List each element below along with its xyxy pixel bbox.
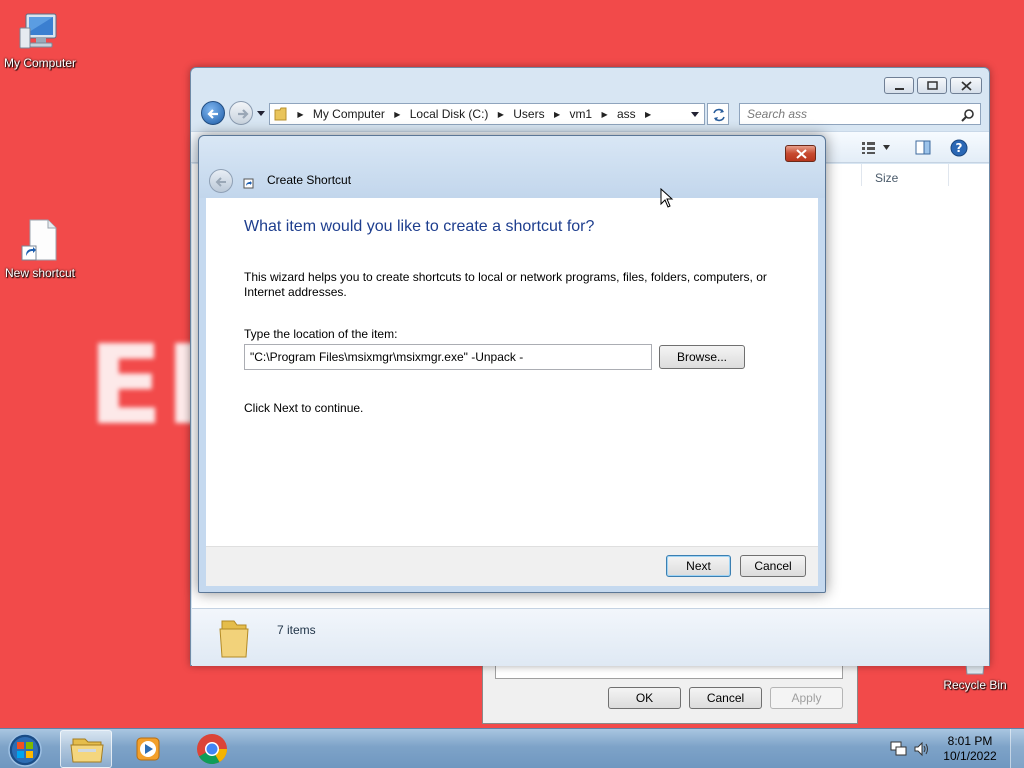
refresh-icon — [713, 108, 725, 122]
restore-icon — [927, 81, 938, 90]
breadcrumb-arrow-icon[interactable]: ▶ — [496, 105, 506, 125]
breadcrumb-my-computer[interactable]: My Computer — [309, 104, 389, 124]
breadcrumb-arrow-icon[interactable]: ▶ — [295, 105, 305, 125]
browse-button[interactable]: Browse... — [659, 345, 745, 369]
folder-icon — [274, 107, 287, 121]
folder-large-icon — [219, 620, 249, 658]
wizard-heading: What item would you like to create a sho… — [244, 218, 595, 235]
ok-button[interactable]: OK — [608, 687, 681, 709]
location-label: Type the location of the item: — [244, 327, 398, 341]
desktop-icon-new-shortcut[interactable]: New shortcut — [0, 218, 80, 280]
breadcrumb-vm1[interactable]: vm1 — [565, 104, 596, 124]
breadcrumb-arrow-icon[interactable]: ▶ — [392, 105, 402, 125]
apply-button: Apply — [770, 687, 843, 709]
wizard-header[interactable]: Create Shortcut — [199, 136, 825, 198]
address-bar[interactable]: ▶ My Computer ▶ Local Disk (C:) ▶ Users … — [269, 103, 705, 125]
recent-pages-dropdown-icon[interactable] — [256, 110, 266, 118]
preview-pane-icon[interactable] — [915, 140, 931, 156]
details-pane: 7 items — [192, 608, 989, 666]
clock-date: 10/1/2022 — [943, 749, 997, 763]
column-divider[interactable] — [861, 164, 862, 186]
desktop-icon-label: New shortcut — [4, 266, 76, 280]
explorer-icon — [70, 738, 104, 763]
minimize-button[interactable] — [884, 77, 914, 94]
taskbar: 8:01 PM 10/1/2022 — [0, 728, 1024, 768]
mouse-cursor-icon — [660, 188, 674, 208]
address-row: ▶ My Computer ▶ Local Disk (C:) ▶ Users … — [199, 101, 983, 127]
breadcrumb-ass[interactable]: ass — [613, 104, 640, 124]
desktop-icon-label: My Computer — [3, 56, 77, 70]
search-input[interactable]: Search ass — [739, 103, 981, 125]
refresh-button[interactable] — [707, 103, 729, 125]
maximize-button[interactable] — [917, 77, 947, 94]
breadcrumb-arrow-icon[interactable]: ▶ — [643, 105, 653, 125]
taskbar-explorer[interactable] — [60, 730, 112, 768]
svg-text:?: ? — [956, 141, 963, 155]
column-divider[interactable] — [948, 164, 949, 186]
breadcrumb-users[interactable]: Users — [509, 104, 548, 124]
close-icon — [961, 81, 972, 91]
clock-time: 8:01 PM — [947, 734, 993, 748]
cancel-button[interactable]: Cancel — [740, 555, 806, 577]
wizard-body: What item would you like to create a sho… — [206, 198, 818, 546]
help-icon[interactable]: ? — [950, 139, 968, 157]
wizard-back-button[interactable] — [209, 169, 233, 193]
taskbar-media-player[interactable] — [122, 730, 174, 768]
close-button[interactable] — [950, 77, 982, 94]
next-button[interactable]: Next — [666, 555, 731, 577]
create-shortcut-dialog: Create Shortcut What item would you like… — [198, 135, 826, 593]
wizard-close-button[interactable] — [785, 145, 816, 162]
wizard-description: This wizard helps you to create shortcut… — [244, 270, 767, 299]
wizard-footer: Next Cancel — [206, 546, 818, 586]
show-desktop-button[interactable] — [1010, 729, 1024, 768]
network-icon[interactable] — [890, 741, 908, 757]
volume-icon[interactable] — [913, 741, 931, 757]
desktop-icon-my-computer[interactable]: My Computer — [0, 10, 80, 70]
wizard-title: Create Shortcut — [267, 173, 352, 187]
close-icon — [796, 149, 807, 159]
minimize-icon — [895, 88, 904, 90]
search-placeholder: Search ass — [747, 107, 808, 121]
cancel-button[interactable]: Cancel — [689, 687, 762, 709]
desktop-icon-label: Recycle Bin — [943, 678, 1007, 692]
start-button[interactable] — [0, 730, 52, 768]
breadcrumb-arrow-icon[interactable]: ▶ — [599, 105, 609, 125]
breadcrumb-arrow-icon[interactable]: ▶ — [552, 105, 562, 125]
wizard-hint: Click Next to continue. — [244, 401, 364, 415]
back-arrow-icon — [215, 177, 226, 187]
forward-button[interactable] — [229, 101, 253, 125]
start-orb-icon — [8, 733, 42, 767]
location-input[interactable] — [244, 344, 652, 370]
forward-arrow-icon — [238, 109, 249, 119]
taskbar-chrome[interactable] — [186, 730, 238, 768]
address-dropdown-icon[interactable] — [690, 111, 700, 119]
search-icon[interactable] — [961, 108, 975, 122]
breadcrumb-local-disk[interactable]: Local Disk (C:) — [406, 104, 493, 124]
media-player-icon — [136, 737, 160, 761]
back-arrow-icon — [207, 109, 218, 119]
shortcut-overlay-icon — [243, 178, 254, 189]
column-header-size[interactable]: Size — [875, 171, 898, 185]
view-options-icon[interactable] — [861, 141, 891, 155]
item-count: 7 items — [277, 623, 316, 637]
computer-icon — [19, 13, 57, 49]
back-button[interactable] — [201, 101, 225, 125]
shortcut-file-icon — [21, 219, 57, 261]
chrome-icon — [197, 734, 227, 765]
system-clock[interactable]: 8:01 PM 10/1/2022 — [940, 734, 1000, 764]
explorer-titlebar[interactable] — [191, 68, 989, 98]
